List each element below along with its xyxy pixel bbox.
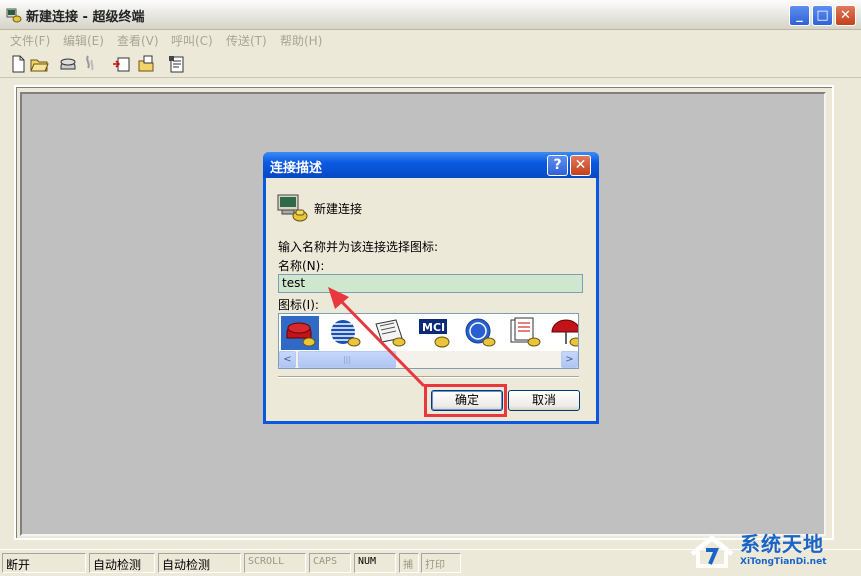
title-bar: 新建连接 - 超级终端 _ □ ✕ xyxy=(0,0,861,30)
properties-icon[interactable] xyxy=(167,54,187,74)
help-button[interactable]: ? xyxy=(547,155,568,176)
status-connection: 断开 xyxy=(2,553,86,573)
dialog-title-bar: 连接描述 ? ✕ xyxy=(263,152,599,178)
newspaper-icon[interactable] xyxy=(371,316,409,350)
maximize-button[interactable]: □ xyxy=(812,5,833,26)
menu-help[interactable]: 帮助(H) xyxy=(280,32,322,49)
instruction-text: 输入名称并为该连接选择图标: xyxy=(278,240,439,254)
cancel-button[interactable]: 取消 xyxy=(508,390,580,411)
dialog-title: 连接描述 xyxy=(270,161,323,176)
hyperterminal-icon xyxy=(6,8,22,23)
scroll-left-arrow[interactable]: < xyxy=(279,351,296,368)
name-label: 名称(N): xyxy=(278,259,325,273)
ok-button-highlight xyxy=(424,384,507,417)
docs-icon[interactable] xyxy=(506,316,544,350)
connection-icon xyxy=(277,194,308,222)
name-input[interactable]: test xyxy=(278,274,583,293)
menu-edit[interactable]: 编辑(E) xyxy=(63,32,104,49)
window-title: 新建连接 - 超级终端 xyxy=(26,10,145,25)
status-caps: CAPS xyxy=(309,553,351,573)
close-button[interactable]: ✕ xyxy=(835,5,856,26)
ge-icon[interactable] xyxy=(461,316,499,350)
status-num: NUM xyxy=(354,553,396,573)
menu-bar: 文件(F) 编辑(E) 查看(V) 呼叫(C) 传送(T) 帮助(H) xyxy=(0,30,861,49)
mci-icon[interactable]: MCI xyxy=(416,316,454,350)
menu-view[interactable]: 查看(V) xyxy=(117,32,159,49)
dialog-close-button[interactable]: ✕ xyxy=(570,155,591,176)
connection-name-label: 新建连接 xyxy=(314,202,363,216)
receive-icon[interactable] xyxy=(136,54,156,74)
menu-file[interactable]: 文件(F) xyxy=(10,32,50,49)
umbrella-icon[interactable] xyxy=(548,316,578,350)
minimize-button[interactable]: _ xyxy=(789,5,810,26)
scroll-thumb[interactable]: ||| xyxy=(298,351,396,368)
status-print: 打印 xyxy=(421,553,461,573)
new-icon[interactable] xyxy=(8,54,28,74)
status-detect-1: 自动检测 xyxy=(89,553,155,573)
menu-transfer[interactable]: 传送(T) xyxy=(226,32,267,49)
icon-list[interactable]: MCI < ||| > xyxy=(278,313,579,369)
dialog-divider xyxy=(278,376,579,378)
menu-call[interactable]: 呼叫(C) xyxy=(171,32,213,49)
send-icon[interactable] xyxy=(112,54,132,74)
watermark-brand: 系统天地 xyxy=(740,532,824,556)
icon-label: 图标(I): xyxy=(278,298,319,312)
watermark: 系统天地 XiTongTianDi.net xyxy=(688,524,858,572)
toolbar xyxy=(0,50,861,78)
phone-icon[interactable] xyxy=(281,316,319,350)
icon-list-scrollbar[interactable]: < ||| > xyxy=(279,351,578,368)
dial-icon[interactable] xyxy=(58,54,78,74)
disconnect-icon[interactable] xyxy=(80,54,100,74)
scroll-right-arrow[interactable]: > xyxy=(561,351,578,368)
status-detect-2: 自动检测 xyxy=(158,553,241,573)
status-scroll: SCROLL xyxy=(244,553,306,573)
vertical-scrollbar-track xyxy=(837,85,855,540)
status-capture: 捕 xyxy=(399,553,419,573)
watermark-url: XiTongTianDi.net xyxy=(740,557,827,567)
globe-icon[interactable] xyxy=(326,316,364,350)
open-icon[interactable] xyxy=(29,54,49,74)
watermark-logo xyxy=(690,534,734,568)
mci-badge-text: MCI xyxy=(422,321,445,334)
